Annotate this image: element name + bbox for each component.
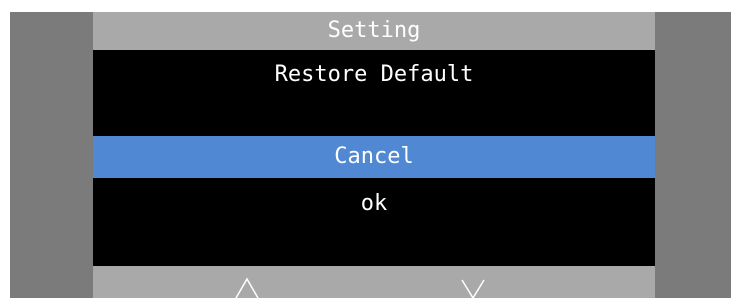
down-button[interactable] (443, 266, 503, 298)
ok-option[interactable]: ok (93, 184, 655, 224)
chevron-down-icon (461, 279, 485, 298)
chevron-up-icon (235, 277, 259, 298)
device-screen: Setting Restore Default Cancel ok (93, 12, 655, 298)
ok-option-label: ok (360, 191, 388, 216)
cancel-option-label: Cancel (334, 144, 414, 169)
page-title: Setting (327, 18, 421, 43)
cancel-option[interactable]: Cancel (93, 136, 655, 178)
bottom-bar (93, 266, 655, 298)
up-button[interactable] (217, 266, 277, 298)
dialog-title: Restore Default (274, 62, 474, 87)
title-bar: Setting (93, 12, 655, 50)
